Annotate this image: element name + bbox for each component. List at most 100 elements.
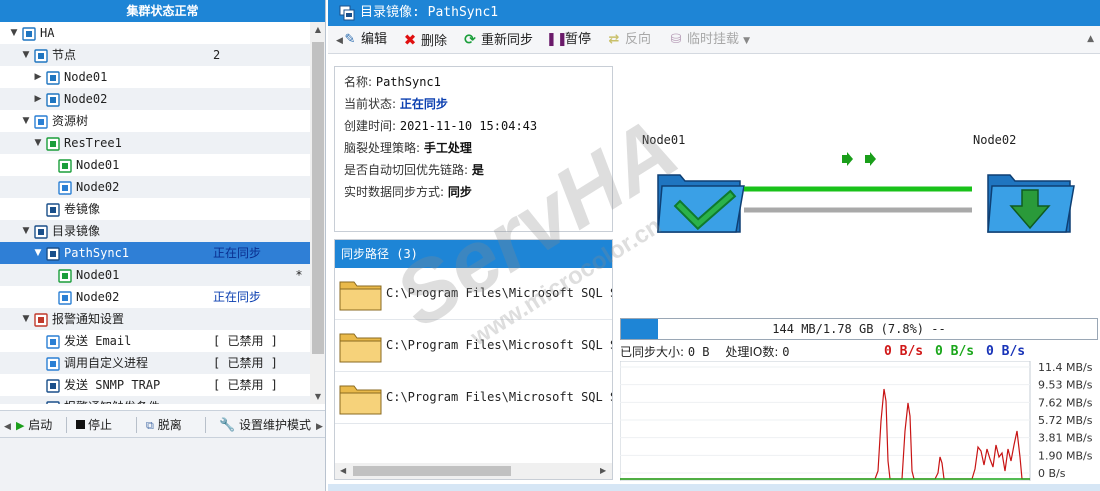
topology-graphic: [657, 152, 1075, 233]
source-folder-check-icon: [657, 174, 745, 233]
pause-icon: ❚❚: [546, 32, 568, 47]
tree-item-label: 发送 Email: [64, 334, 132, 348]
tree-item[interactable]: 发送 SNMP TRAP [ 已禁用 ]: [0, 374, 310, 396]
tree-item-label: ResTree1: [64, 136, 122, 150]
cluster-status-title: 集群状态正常: [0, 0, 325, 22]
sync-path-item[interactable]: C:\Program Files\Microsoft SQL Serv: [335, 372, 612, 424]
collapse-up-arrow-icon[interactable]: ▲: [1087, 34, 1094, 44]
toolbar-scroll-right-icon[interactable]: ▶: [316, 411, 323, 439]
stop-button[interactable]: 停止: [76, 411, 112, 439]
tree-item[interactable]: Node02: [0, 176, 310, 198]
folder-icon: [339, 381, 383, 418]
reverse-icon: ⇄: [608, 32, 620, 47]
collapse-arrow-icon[interactable]: ▼: [32, 242, 44, 264]
info-state: 当前状态: 正在同步: [344, 97, 448, 111]
nodes-group-icon: [34, 48, 48, 63]
sync-path-item[interactable]: C:\Program Files\Microsoft SQL Serv: [335, 268, 612, 320]
tree-item[interactable]: ▼ 报警通知设置: [0, 308, 310, 330]
collapse-arrow-icon[interactable]: ▼: [20, 44, 32, 66]
graph-plot-area: [619, 360, 1031, 482]
start-button[interactable]: ▶ 启动: [16, 411, 52, 439]
tree-item[interactable]: ▼ ResTree1: [0, 132, 310, 154]
tree-item-label: 报警通知设置: [52, 312, 125, 326]
temp-mount-button[interactable]: ⛁ 临时挂载 ▼: [668, 26, 751, 54]
tree-vertical-scrollbar[interactable]: ▲ ▼: [310, 22, 325, 404]
graph-y-tick-label: 1.90 MB/s: [1038, 449, 1093, 462]
throughput-graph: 11.4 MB/s 9.53 MB/s 7.62 MB/s 5.72 MB/s 3.81…: [619, 360, 1098, 482]
tree-item[interactable]: ▼ 资源树: [0, 110, 310, 132]
info-splitbrain: 脑裂处理策略: 手工处理: [344, 141, 472, 155]
tree-item[interactable]: Node02 正在同步: [0, 286, 310, 308]
tree-item-label: Node02: [76, 290, 120, 304]
folder-icon: [339, 277, 383, 314]
tree-item[interactable]: 报警通知触发条件: [0, 396, 310, 404]
tree-item-status: 正在同步: [213, 246, 262, 260]
io-count-label: 处理IO数:: [725, 345, 783, 359]
edit-button[interactable]: ✎ 编辑: [342, 26, 387, 54]
node-source-icon: [58, 268, 72, 283]
email-icon: [46, 334, 60, 349]
expand-arrow-icon[interactable]: ▶: [32, 88, 44, 110]
tree-item[interactable]: Node01: [0, 154, 310, 176]
cluster-panel: 集群状态正常 ▼ HA ▼ 节点 2 ▶ Node01 ▶ Node02 ▼ 资源树 ▼ ResTree…: [0, 0, 326, 491]
alarm-icon: [34, 312, 48, 327]
tree-item-label: 目录镜像: [52, 224, 101, 238]
tree-item-label: Node02: [64, 92, 108, 106]
graph-y-tick-label: 11.4 MB/s: [1038, 361, 1093, 374]
graph-y-tick-label: 3.81 MB/s: [1038, 432, 1093, 445]
tree-item[interactable]: Node01 *: [0, 264, 310, 286]
scrollbar-thumb[interactable]: [312, 42, 324, 354]
expand-arrow-icon[interactable]: ▶: [32, 66, 44, 88]
tree-item[interactable]: ▼ PathSync1 正在同步: [0, 242, 310, 264]
collapse-arrow-icon[interactable]: ▼: [20, 110, 32, 132]
sync-topology-diagram: Node01 Node02: [618, 60, 1100, 310]
resync-button[interactable]: ⟳ 重新同步: [462, 26, 533, 54]
tree-item[interactable]: ▶ Node02: [0, 88, 310, 110]
collapse-arrow-icon[interactable]: ▼: [20, 308, 32, 330]
mirror-toolbar: ◀ ✎ 编辑 ✖ 删除 ⟳ 重新同步 ❚❚暂停 ⇄ 反向 ⛁ 临时挂载 ▼ ▲: [328, 26, 1100, 54]
cluster-tree: ▼ HA ▼ 节点 2 ▶ Node01 ▶ Node02 ▼ 资源树 ▼ ResTree1 Node01…: [0, 22, 310, 404]
sync-progress-bar: 144 MB/1.78 GB (7.8%) --: [620, 318, 1098, 340]
tree-item-label: PathSync1: [64, 246, 130, 260]
delete-button[interactable]: ✖ 删除: [402, 26, 447, 54]
tree-item[interactable]: ▼ 节点 2: [0, 44, 310, 66]
resource-tree-icon: [34, 114, 48, 129]
mirror-info-box: 名称: PathSync1 当前状态: 正在同步 创建时间: 2021-11-1…: [334, 66, 613, 232]
mount-icon: ⛁: [670, 32, 682, 47]
graph-y-axis-labels: 11.4 MB/s 9.53 MB/s 7.62 MB/s 5.72 MB/s 3.81…: [1038, 361, 1093, 480]
tree-item[interactable]: ▼ 目录镜像: [0, 220, 310, 242]
tree-item[interactable]: 卷镜像: [0, 198, 310, 220]
scroll-left-arrow-icon[interactable]: ◀: [340, 463, 346, 479]
detach-button[interactable]: ⧉ 脱离: [146, 411, 182, 439]
reverse-button[interactable]: ⇄ 反向: [606, 26, 651, 54]
node-standby-icon: [58, 180, 72, 195]
tree-item[interactable]: ▶ Node01: [0, 66, 310, 88]
pause-button[interactable]: ❚❚暂停: [546, 26, 591, 54]
collapse-arrow-icon[interactable]: ▼: [32, 132, 44, 154]
cluster-icon: [22, 26, 36, 41]
throughput-graph-canvas: 11.4 MB/s 9.53 MB/s 7.62 MB/s 5.72 MB/s 3.81…: [619, 360, 1093, 482]
paths-horizontal-scrollbar[interactable]: ◀ ▶: [335, 463, 612, 479]
tree-item[interactable]: ▼ HA: [0, 22, 310, 44]
folder-icon: [339, 329, 383, 366]
collapse-arrow-icon[interactable]: ▼: [20, 220, 32, 242]
tree-item-label: Node01: [76, 158, 120, 172]
tree-item[interactable]: 调用自定义进程 [ 已禁用 ]: [0, 352, 310, 374]
maintenance-mode-button[interactable]: 🔧 设置维护模式: [219, 411, 311, 439]
scroll-down-arrow-icon[interactable]: ▼: [310, 392, 325, 401]
toolbar-scroll-left-icon[interactable]: ◀: [4, 411, 11, 439]
node-target-icon: [58, 290, 72, 305]
tree-item-label: 发送 SNMP TRAP: [64, 378, 161, 392]
scrollbar-thumb[interactable]: [353, 466, 511, 476]
tree-item[interactable]: 发送 Email [ 已禁用 ]: [0, 330, 310, 352]
tree-item-label: 调用自定义进程: [64, 356, 149, 370]
wrench-icon: 🔧: [219, 418, 236, 433]
detail-panel: 目录镜像: PathSync1 ◀ ✎ 编辑 ✖ 删除 ⟳ 重新同步 ❚❚暂停 ⇄ 反向…: [328, 0, 1100, 491]
scroll-up-arrow-icon[interactable]: ▲: [310, 25, 325, 34]
cluster-toolbar: ◀ ▶ 启动 停止 ⧉ 脱离 🔧 设置维护模式 ▶: [0, 410, 325, 439]
tree-item-status: [ 已禁用 ]: [213, 378, 278, 392]
io-count-value: 0: [782, 345, 790, 359]
sync-path-item[interactable]: C:\Program Files\Microsoft SQL Serv: [335, 320, 612, 372]
collapse-arrow-icon[interactable]: ▼: [8, 22, 20, 44]
scroll-right-arrow-icon[interactable]: ▶: [600, 463, 606, 479]
